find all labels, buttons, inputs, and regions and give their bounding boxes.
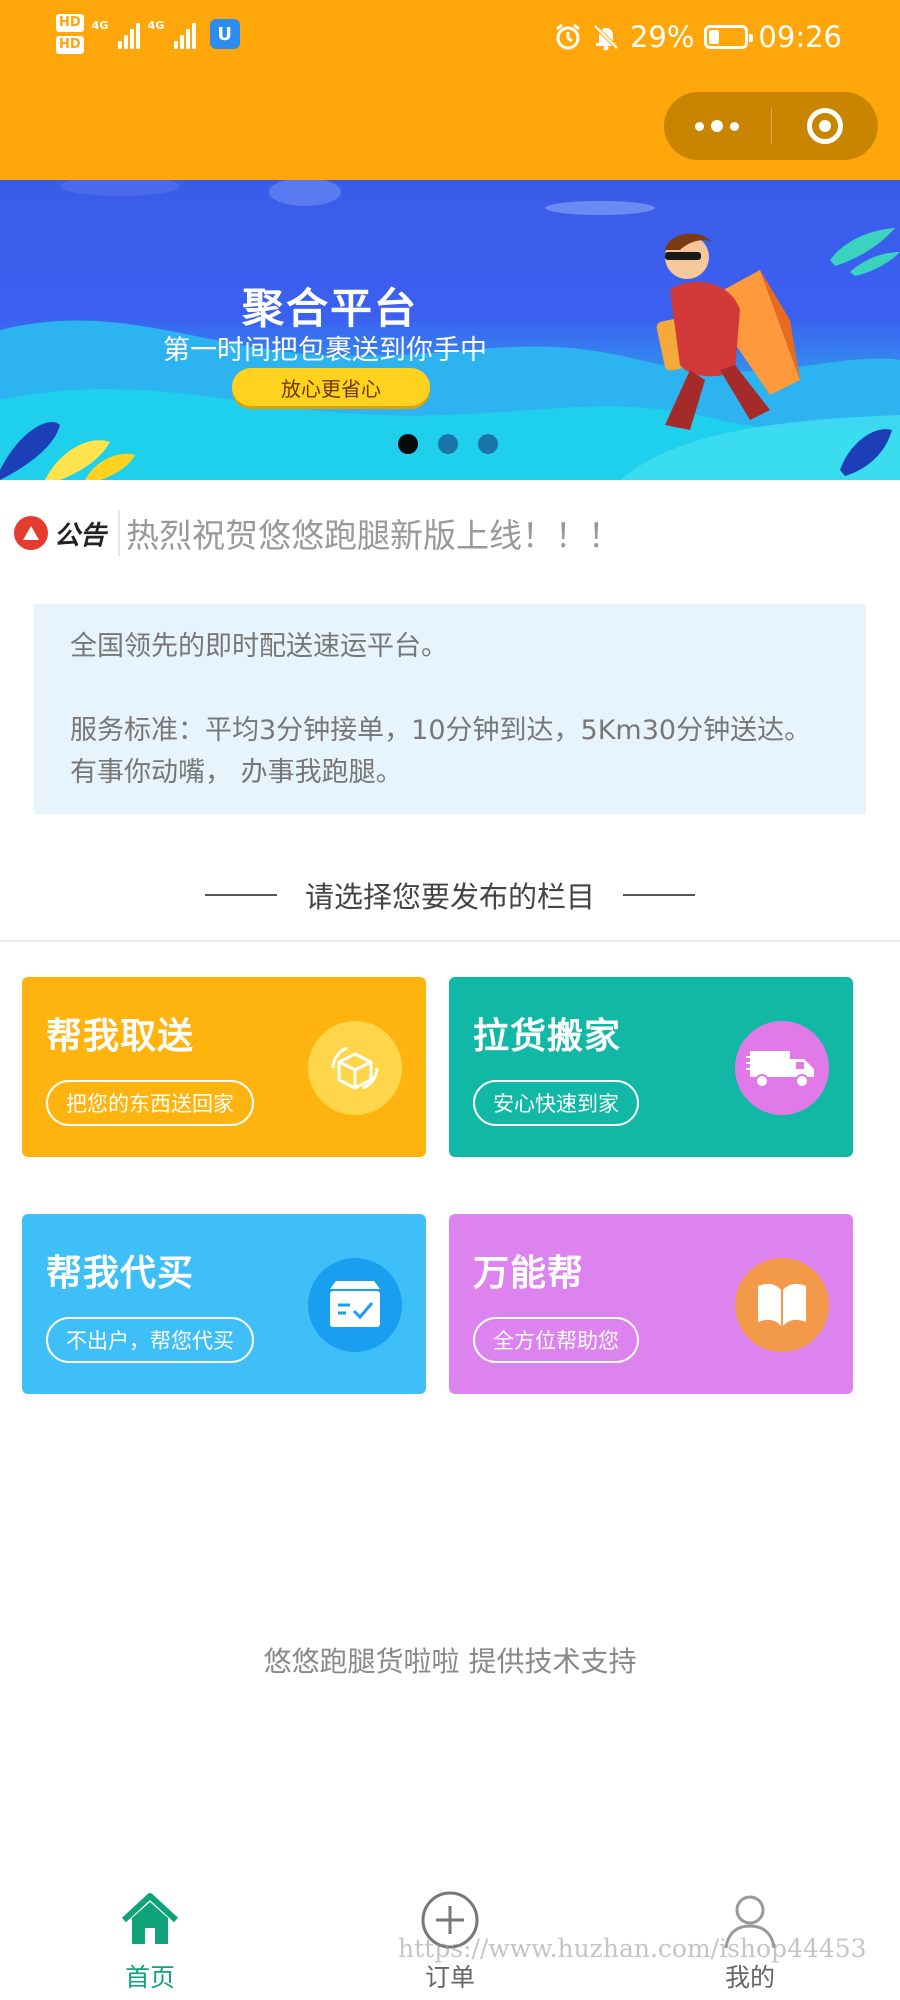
home-icon	[118, 1888, 182, 1952]
announcement-icon	[14, 516, 48, 550]
alarm-icon	[556, 23, 580, 50]
category-tag: 全方位帮助您	[473, 1317, 639, 1363]
section-title: 请选择您要发布的栏目	[304, 880, 595, 914]
pager-dot-1[interactable]	[398, 434, 418, 454]
hd-badge-1: HD	[56, 14, 84, 32]
promo-banner[interactable]: 聚合平台 第一时间把包裹送到你手中 放心更省心	[0, 180, 900, 480]
pager-dot-2[interactable]	[438, 434, 458, 454]
watermark-text: https://www.huzhan.com/ishop44453	[398, 1934, 867, 1963]
announcement-label-text: 公告	[54, 520, 107, 551]
category-card-pickup-delivery[interactable]: 帮我取送 把您的东西送回家	[22, 977, 426, 1157]
pager-dot-3[interactable]	[478, 434, 498, 454]
banner-title: 聚合平台	[241, 284, 418, 333]
announcement-bar[interactable]: 公告 热烈祝贺悠悠跑腿新版上线！！！	[14, 502, 886, 564]
section-line-left	[204, 894, 277, 896]
section-header: 请选择您要发布的栏目	[0, 870, 900, 920]
category-title: 万能帮	[473, 1253, 585, 1294]
book-icon	[735, 1258, 829, 1352]
category-title: 帮我取送	[46, 1016, 195, 1057]
clock-time: 09:26	[758, 20, 842, 54]
status-bar-right: 29% 09:26	[554, 20, 842, 54]
top-header: HD HD 4G 4G U 29% 09:26	[0, 0, 900, 180]
mute-bell-icon	[593, 24, 619, 51]
announcement-text: 热烈祝贺悠悠跑腿新版上线！！！	[126, 516, 622, 555]
section-divider	[0, 940, 900, 942]
banner-pager	[398, 434, 498, 454]
tab-label: 首页	[124, 1963, 175, 1992]
tab-label: 我的	[724, 1963, 775, 1992]
category-title: 帮我代买	[46, 1253, 195, 1294]
hd-badge-2: HD	[56, 36, 84, 54]
box-delivery-icon	[308, 1021, 402, 1115]
status-bar-left: HD HD 4G 4G U	[56, 14, 240, 54]
banner-cta-button[interactable]: 放心更省心	[232, 368, 430, 406]
category-tag: 不出户，帮您代买	[46, 1317, 254, 1363]
category-card-moving[interactable]: 拉货搬家 安心快速到家	[449, 977, 853, 1157]
intro-box: 全国领先的即时配送速运平台。 服务标准：平均3分钟接单，10分钟到达，5Km30…	[34, 604, 866, 814]
target-close-icon	[806, 108, 843, 144]
category-card-all-purpose-help[interactable]: 万能帮 全方位帮助您	[449, 1214, 853, 1394]
category-tag: 安心快速到家	[473, 1080, 639, 1126]
signal-icon-2: 4G	[148, 19, 196, 49]
tab-home[interactable]: 首页	[90, 1870, 210, 2000]
banner-subtitle: 第一时间把包裹送到你手中	[163, 335, 487, 366]
battery-level	[709, 30, 720, 44]
battery-percent: 29%	[629, 20, 695, 54]
app-notification-icon: U	[209, 19, 240, 49]
miniprogram-capsule	[664, 92, 878, 160]
category-card-buy-for-me[interactable]: 帮我代买 不出户，帮您代买	[22, 1214, 426, 1394]
more-dots-icon	[695, 120, 740, 132]
announcement-label: 公告	[14, 510, 121, 556]
tech-support-text: 悠悠跑腿货啦啦 提供技术支持	[263, 1645, 637, 1678]
signal-icon-1: 4G	[92, 19, 140, 49]
more-button[interactable]	[664, 92, 771, 160]
truck-icon	[735, 1021, 829, 1115]
intro-line-2: 服务标准：平均3分钟接单，10分钟到达，5Km30分钟送达。有事你动嘴， 办事我…	[70, 715, 812, 788]
category-title: 拉货搬家	[473, 1016, 622, 1057]
network-type-1: 4G	[91, 19, 109, 32]
network-type-2: 4G	[147, 19, 165, 32]
category-tag: 把您的东西送回家	[46, 1080, 254, 1126]
shopping-box-check-icon	[308, 1258, 402, 1352]
section-line-right	[623, 894, 695, 896]
hd-indicators: HD HD	[56, 14, 84, 54]
close-miniprogram-button[interactable]	[772, 92, 879, 160]
tab-label: 订单	[424, 1963, 475, 1992]
battery-icon	[704, 25, 754, 49]
intro-line-1: 全国领先的即时配送速运平台。	[70, 631, 448, 662]
